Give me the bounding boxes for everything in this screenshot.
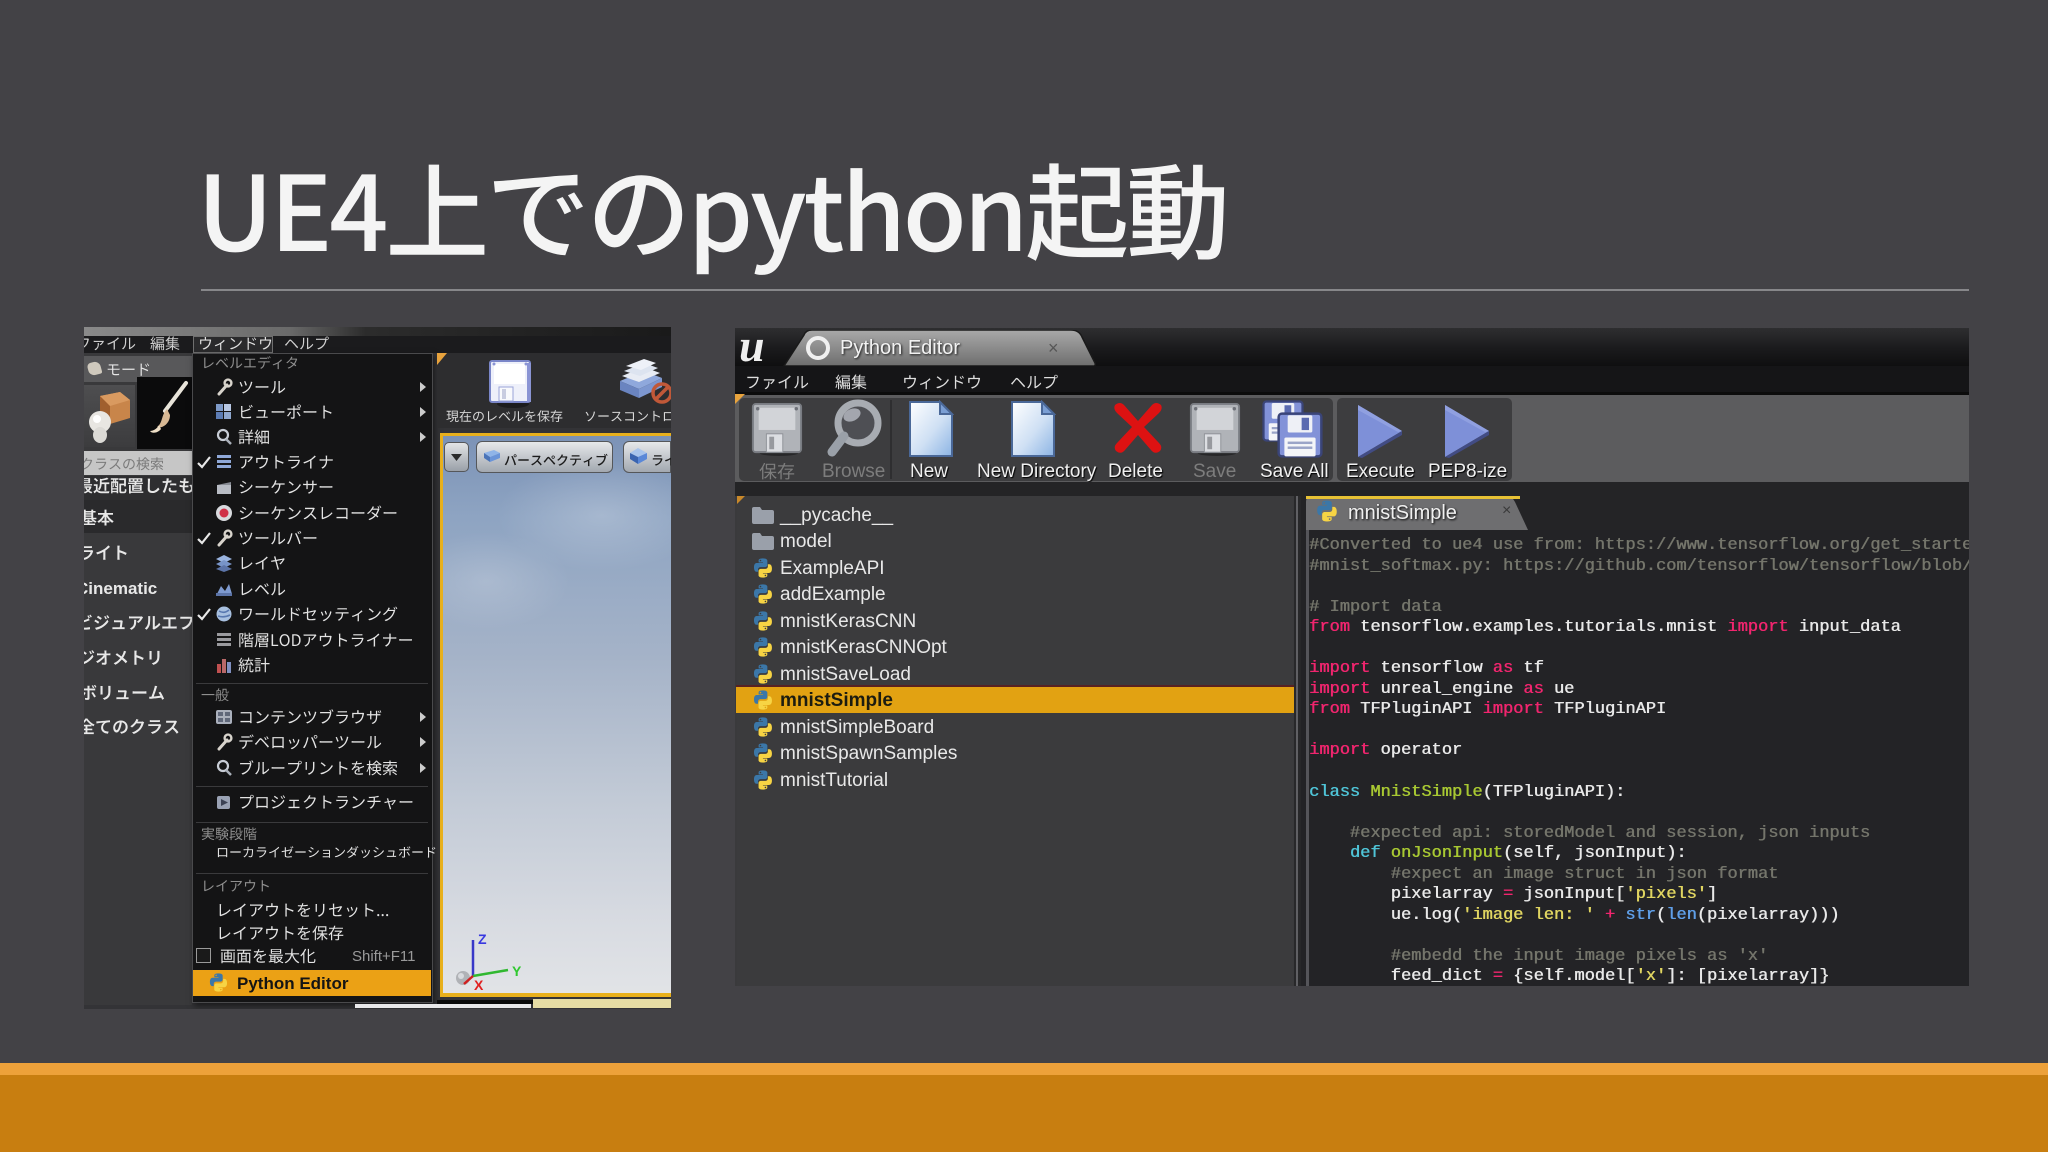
svg-text:Y: Y <box>512 963 522 979</box>
svg-text:X: X <box>474 977 484 993</box>
svg-text:Z: Z <box>478 931 487 947</box>
